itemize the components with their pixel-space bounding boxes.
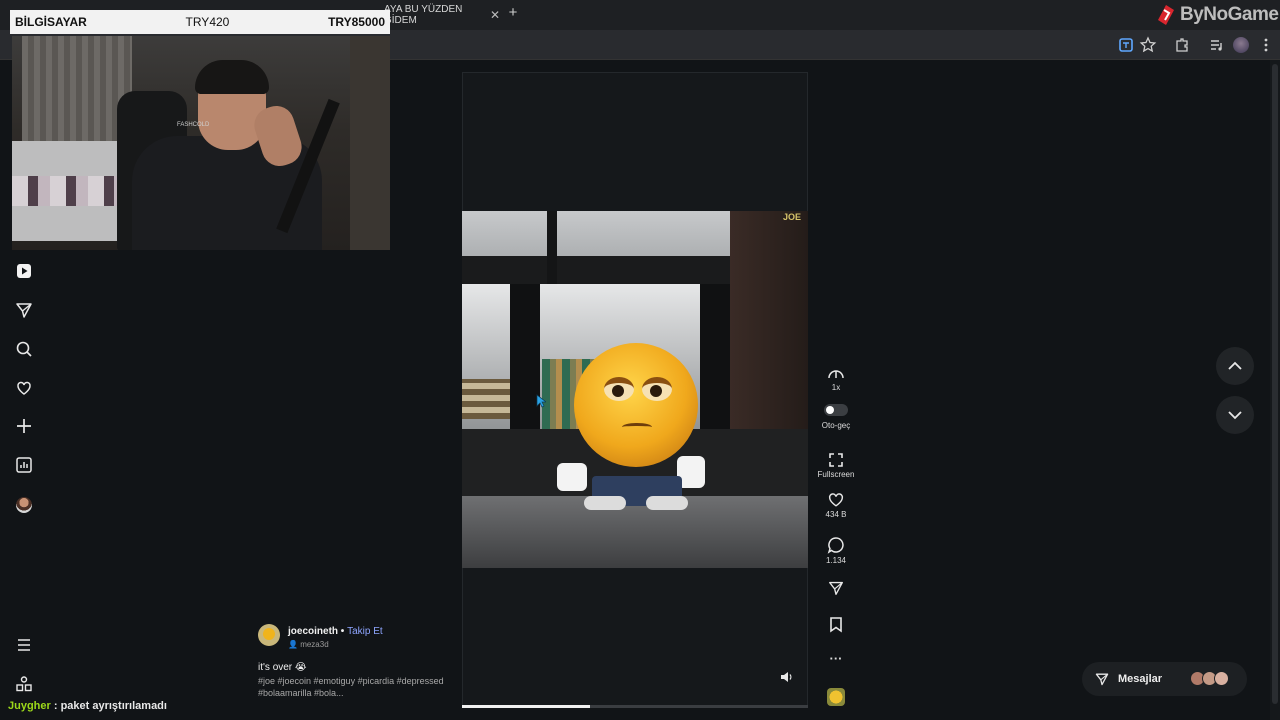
apps-icon[interactable] bbox=[14, 674, 34, 694]
comment-icon bbox=[827, 537, 844, 554]
caption-text: it's over 😭 bbox=[258, 662, 307, 673]
heart-icon bbox=[828, 493, 844, 507]
user-icon: 👤 bbox=[288, 640, 301, 649]
chat-username: Juygher bbox=[8, 700, 51, 712]
speed-gauge-icon bbox=[828, 370, 844, 379]
send-icon bbox=[1095, 673, 1109, 686]
search-icon[interactable] bbox=[14, 339, 34, 359]
sound-avatar[interactable] bbox=[827, 688, 845, 706]
messages-label: Mesajlar bbox=[1118, 673, 1163, 685]
play-icon[interactable] bbox=[14, 261, 34, 281]
bookmark-icon[interactable] bbox=[828, 616, 844, 633]
scrollbar-thumb[interactable] bbox=[1272, 64, 1278, 704]
follow-button[interactable]: Takip Et bbox=[347, 626, 383, 637]
cursor-icon bbox=[536, 394, 546, 408]
menu-icon[interactable] bbox=[14, 635, 34, 655]
tab-close-icon[interactable]: ✕ bbox=[490, 8, 500, 22]
autoplay-toggle[interactable]: Oto-geç bbox=[812, 404, 860, 430]
author-handle[interactable]: 👤 meza3d bbox=[288, 640, 329, 649]
more-options-icon[interactable]: ··· bbox=[812, 651, 860, 666]
tab-title: AYA BU YÜZDEN GİDEM bbox=[384, 4, 463, 26]
author-avatar[interactable] bbox=[258, 624, 280, 646]
browser-profile-avatar[interactable] bbox=[1233, 37, 1249, 53]
plus-icon[interactable] bbox=[14, 416, 34, 436]
contact-avatar bbox=[1214, 671, 1229, 686]
next-video-button[interactable] bbox=[1216, 396, 1254, 434]
browser-tab[interactable]: AYA BU YÜZDEN GİDEM ✕ bbox=[384, 4, 500, 26]
browser-menu-icon[interactable] bbox=[1256, 35, 1276, 55]
overlay-price-low: TRY420 bbox=[185, 15, 230, 29]
chat-message: Juygher : paket ayrıştırılamadı bbox=[8, 700, 167, 712]
heart-icon[interactable] bbox=[14, 378, 34, 398]
donation-price-bar: BİLGİSAYAR TRY420 TRY85000 bbox=[10, 10, 390, 34]
webcam-feed: FASHCOLD bbox=[12, 36, 390, 250]
profile-avatar[interactable] bbox=[16, 497, 32, 513]
toggle-switch[interactable] bbox=[824, 404, 848, 416]
shirt-text: FASHCOLD bbox=[177, 122, 210, 128]
bookmark-star-icon[interactable] bbox=[1138, 35, 1158, 55]
fullscreen-button[interactable]: Fullscreen bbox=[812, 452, 860, 479]
new-tab-button[interactable]: + bbox=[504, 4, 522, 22]
video-frame-image bbox=[462, 211, 808, 568]
bynogame-logo-icon bbox=[1158, 5, 1174, 25]
overlay-label: BİLGİSAYAR bbox=[15, 15, 87, 29]
bynogame-watermark: ByNoGame bbox=[1156, 2, 1280, 28]
like-button[interactable]: 434 B bbox=[812, 491, 860, 519]
analytics-icon[interactable] bbox=[14, 455, 34, 475]
emoji-character bbox=[574, 343, 698, 467]
chevron-down-icon bbox=[1228, 411, 1242, 420]
fullscreen-icon bbox=[829, 453, 843, 467]
speed-control[interactable]: 1x bbox=[812, 365, 860, 392]
chevron-up-icon bbox=[1228, 361, 1242, 370]
extensions-icon[interactable] bbox=[1172, 35, 1192, 55]
send-icon[interactable] bbox=[14, 300, 34, 320]
previous-video-button[interactable] bbox=[1216, 347, 1254, 385]
author-line: joecoineth • Takip Et bbox=[288, 626, 383, 637]
comments-button[interactable]: 1.134 bbox=[812, 536, 860, 565]
hashtags[interactable]: #joe #joecoin #emotiguy #picardia #depre… bbox=[258, 675, 448, 699]
share-icon[interactable] bbox=[827, 579, 845, 597]
video-watermark: JOE bbox=[783, 212, 802, 222]
progress-fill bbox=[462, 705, 591, 708]
media-control-icon[interactable] bbox=[1207, 35, 1227, 55]
volume-icon[interactable] bbox=[778, 669, 794, 685]
messages-button[interactable]: Mesajlar bbox=[1082, 662, 1247, 696]
translate-icon[interactable] bbox=[1116, 35, 1136, 55]
author-name[interactable]: joecoineth bbox=[288, 626, 338, 637]
chat-text: : paket ayrıştırılamadı bbox=[50, 700, 167, 712]
overlay-price-high: TRY85000 bbox=[328, 15, 385, 29]
